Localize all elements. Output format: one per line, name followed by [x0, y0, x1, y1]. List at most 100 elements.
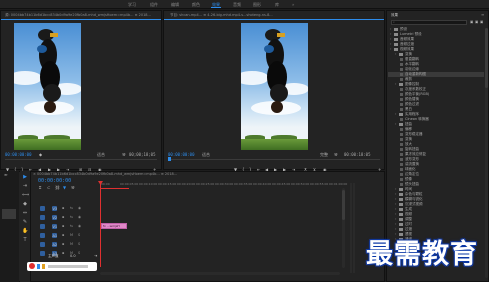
source-marker-icon[interactable]: ◆: [39, 152, 42, 157]
yuv-effects-icon[interactable]: ▣: [480, 20, 483, 24]
panel-menu-icon[interactable]: ≫: [4, 173, 8, 177]
track-source-toggle[interactable]: V2: [52, 215, 57, 220]
track-source-toggle[interactable]: A1: [52, 233, 57, 238]
master-go-to-end-icon[interactable]: ⇥: [94, 253, 97, 258]
panel-menu-icon[interactable]: ≡: [481, 12, 484, 17]
effect-icon: [400, 87, 403, 91]
ruler-tick-label: 00:00:30:00: [215, 182, 234, 186]
master-volume-value[interactable]: 0.0: [70, 254, 76, 258]
effect-icon: [400, 167, 403, 171]
program-timecode-current[interactable]: 00:00:00:00: [168, 152, 195, 157]
sync-icon[interactable]: ⇆: [70, 224, 73, 228]
folder-icon: [399, 202, 403, 206]
effects-item-label: 变换: [405, 52, 412, 56]
effect-icon: [400, 57, 403, 61]
lock-icon[interactable]: ▪: [62, 224, 64, 228]
source-timecode-current[interactable]: 00:00:00:00: [5, 152, 32, 157]
ripple-edit-tool-icon[interactable]: ⟺: [22, 192, 29, 198]
effects-scrollbar-thumb[interactable]: [485, 28, 488, 88]
program-fit-dropdown[interactable]: 适合: [202, 152, 210, 158]
workspace-tab-learn[interactable]: 学习: [128, 2, 136, 8]
video-clip[interactable]: fx ...wmjsH: [101, 223, 127, 229]
effects-item-label: 时间: [405, 187, 412, 191]
pen-tool-icon[interactable]: ✎: [22, 219, 28, 225]
hand-tool-icon[interactable]: ✋: [22, 228, 28, 234]
track-target-toggle[interactable]: [40, 224, 45, 229]
workspace-tab-edit[interactable]: 编辑: [171, 2, 179, 8]
track-source-toggle[interactable]: A2: [52, 242, 57, 247]
effect-icon: [400, 162, 403, 166]
effect-icon: [400, 142, 403, 146]
timeline-settings-icon[interactable]: ⚒: [71, 185, 75, 190]
effects-panel-tab[interactable]: 效果: [391, 13, 398, 19]
active-workspace-indicator: [211, 7, 221, 8]
snap-icon[interactable]: ⊂: [47, 185, 50, 190]
wrench-icon[interactable]: ⚒: [122, 152, 126, 157]
razor-tool-icon[interactable]: ◆: [22, 201, 28, 207]
eye-icon[interactable]: ◉: [78, 224, 81, 228]
track-source-toggle[interactable]: V1: [52, 224, 57, 229]
add-marker-icon[interactable]: ▼: [63, 185, 66, 190]
timeline-h-scrollbar[interactable]: [100, 272, 340, 275]
effects-item-label: 镜像: [405, 177, 412, 181]
solo-icon[interactable]: S: [78, 233, 80, 237]
linked-selection-icon[interactable]: ⛓: [55, 185, 60, 190]
track-target-toggle[interactable]: [40, 206, 45, 211]
effect-icon: [400, 62, 403, 66]
folder-icon: [399, 112, 403, 116]
program-timecode-duration: 00:00:18:05: [344, 152, 371, 157]
effects-item-label: 变换: [405, 137, 412, 141]
effects-item-label: 垂直翻转: [405, 57, 419, 61]
workspace-tab-audio[interactable]: 音频: [233, 2, 241, 8]
nest-icon[interactable]: ⌗: [39, 185, 41, 190]
track-target-toggle[interactable]: [40, 215, 45, 220]
effects-item-label: 颜色替换: [405, 97, 419, 101]
lock-icon[interactable]: ▪: [62, 233, 64, 237]
sequence-tab[interactable]: × 0004bb74b11b6d1bcc834b0d9a9e20fb0a8-mh…: [33, 172, 373, 178]
track-target-toggle[interactable]: [40, 233, 45, 238]
program-scrub-bar[interactable]: [168, 159, 380, 160]
timeline-v-scrollbar-thumb[interactable]: [342, 190, 345, 220]
effect-icon: [400, 117, 403, 121]
mute-icon[interactable]: M: [70, 242, 73, 246]
workspace-tab-assembly[interactable]: 组件: [150, 2, 158, 8]
folder-icon: [399, 207, 403, 211]
eye-icon[interactable]: ◉: [78, 206, 81, 210]
track-select-tool-icon[interactable]: ⇥: [22, 183, 28, 189]
selection-tool-icon[interactable]: ▶: [22, 174, 28, 180]
sync-icon[interactable]: ⇆: [70, 206, 73, 210]
program-playhead[interactable]: [168, 157, 171, 161]
lock-icon[interactable]: ▪: [62, 251, 64, 255]
solo-icon[interactable]: S: [78, 251, 80, 255]
32bit-effects-icon[interactable]: ▣: [475, 20, 478, 24]
lock-icon[interactable]: ▪: [62, 206, 64, 210]
eye-icon[interactable]: ◉: [78, 215, 81, 219]
mute-icon[interactable]: M: [70, 233, 73, 237]
work-area-bar[interactable]: [101, 188, 129, 189]
program-resolution-dropdown[interactable]: 完整: [320, 152, 328, 158]
effects-item-label: 预设: [400, 27, 407, 31]
folder-icon: [394, 27, 398, 31]
lock-icon[interactable]: ▪: [62, 215, 64, 219]
slip-tool-icon[interactable]: ⇔: [22, 210, 28, 216]
effects-item-label: 过渡: [405, 227, 412, 231]
wrench-icon[interactable]: ⚒: [334, 152, 338, 157]
type-tool-icon[interactable]: T: [22, 237, 28, 243]
track-source-toggle[interactable]: V3: [52, 206, 57, 211]
sync-icon[interactable]: ⇆: [70, 215, 73, 219]
lock-icon[interactable]: ▪: [62, 242, 64, 246]
source-scrub-bar[interactable]: [5, 159, 157, 160]
workspace-tab-color[interactable]: 颜色: [192, 2, 200, 8]
solo-icon[interactable]: S: [78, 242, 80, 246]
workspace-tab-libraries[interactable]: 库: [275, 2, 279, 8]
project-thumbnail[interactable]: [2, 209, 16, 219]
workspace-tab-graphics[interactable]: 图形: [253, 2, 261, 8]
effects-item-label: 过时: [405, 222, 412, 226]
timeline-timecode[interactable]: 00:00:00:00: [38, 178, 71, 184]
effects-search-input[interactable]: [391, 20, 467, 25]
track-target-toggle[interactable]: [40, 251, 45, 256]
track-target-toggle[interactable]: [40, 242, 45, 247]
workspace-overflow-icon[interactable]: »: [292, 2, 294, 7]
accelerated-effects-icon[interactable]: ▣: [470, 20, 473, 24]
source-fit-dropdown[interactable]: 适合: [97, 152, 105, 158]
